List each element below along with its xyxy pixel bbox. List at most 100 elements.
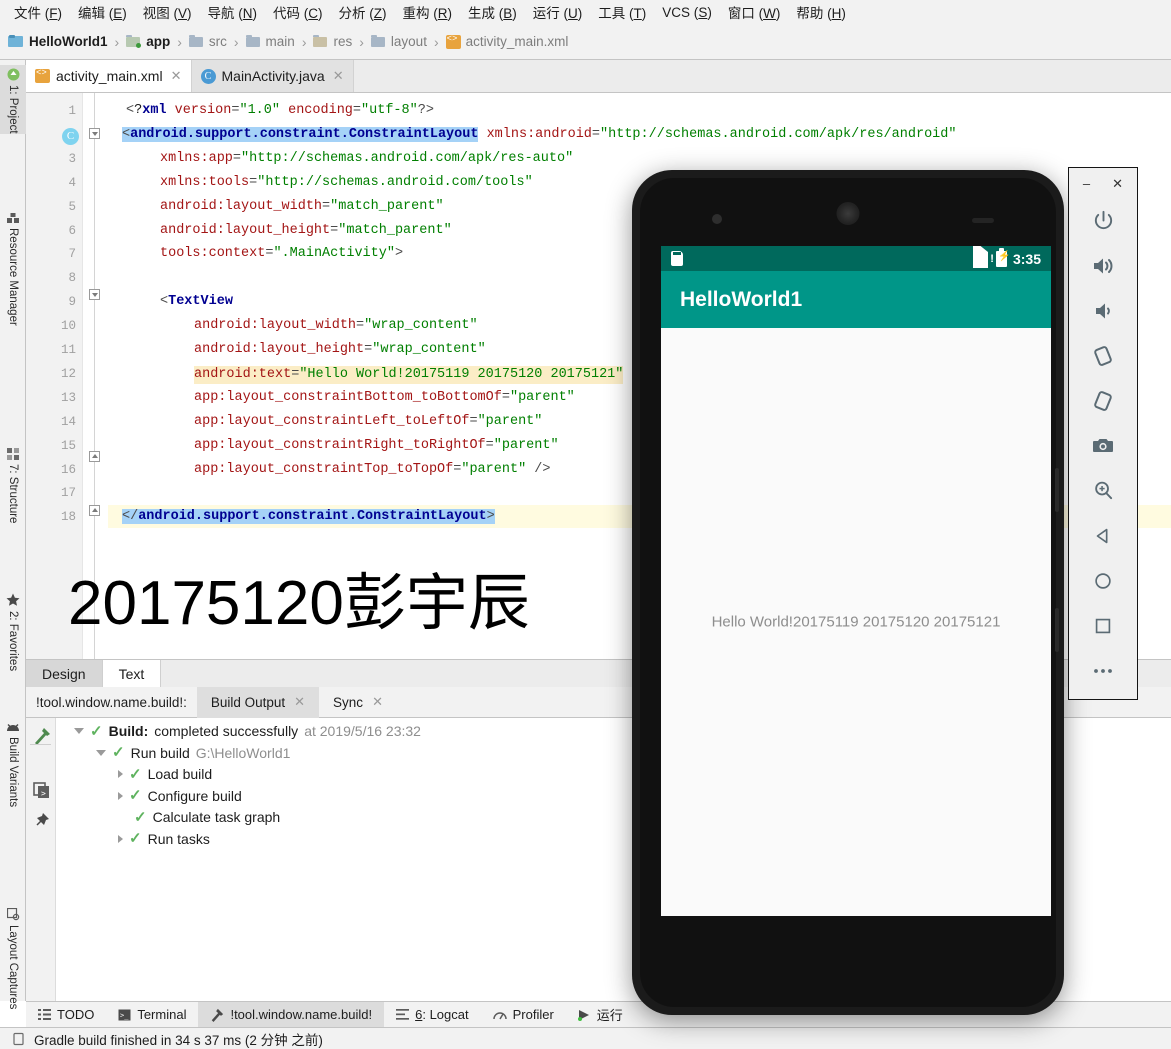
code-line-14[interactable]: app:layout_constraintLeft_toLeftOf="pare… <box>194 414 542 430</box>
code-line-7[interactable]: tools:context=".MainActivity"> <box>160 246 403 262</box>
breadcrumb-item-helloworld1[interactable]: HelloWorld1 <box>8 34 108 49</box>
xml-file-icon <box>35 68 50 83</box>
build-tree-row[interactable]: ✓ Build: completed successfully at 2019/5… <box>74 723 421 739</box>
overview-icon[interactable] <box>1082 603 1124 648</box>
breadcrumb-item-res[interactable]: res <box>313 34 352 49</box>
build-tree-row[interactable]: ✓ Calculate task graph <box>118 809 280 825</box>
back-icon[interactable] <box>1082 513 1124 558</box>
menu-item-3[interactable]: 导航 (N) <box>200 0 266 24</box>
breadcrumb-item-activity-main-xml[interactable]: activity_main.xml <box>445 34 568 49</box>
power-icon[interactable] <box>1082 198 1124 243</box>
code-line-4[interactable]: xmlns:tools="http://schemas.android.com/… <box>160 175 533 191</box>
code-line-15[interactable]: app:layout_constraintRight_toRightOf="pa… <box>194 438 559 454</box>
menu-item-4[interactable]: 代码 (C) <box>265 0 331 24</box>
menu-item-10[interactable]: VCS (S) <box>654 3 720 22</box>
code-line-16[interactable]: app:layout_constraintTop_toTopOf="parent… <box>194 462 550 478</box>
emulator-screen[interactable]: LTE ! 3:35 HelloWorld1 Hello World!20175… <box>661 246 1051 916</box>
left-tool-1-project[interactable]: 1: Project <box>0 65 26 134</box>
breadcrumb-item-layout[interactable]: layout <box>370 34 427 49</box>
fold-marker-textview-end[interactable] <box>89 451 100 462</box>
bottom-tab-terminal[interactable]: >_ Terminal <box>106 1002 198 1028</box>
tab-label: Text <box>118 665 145 682</box>
build-tree-row[interactable]: ✓ Load build <box>118 766 212 782</box>
code-line-12[interactable]: android:text="Hello World!20175119 20175… <box>194 365 624 384</box>
breadcrumb-item-main[interactable]: main <box>245 34 295 49</box>
tab-design[interactable]: Design <box>26 660 103 687</box>
screenshot-camera-icon[interactable] <box>1082 423 1124 468</box>
volume-down-hardware-key[interactable] <box>1055 608 1059 652</box>
close-tab-icon[interactable]: ✕ <box>333 68 344 84</box>
code-line-5[interactable]: android:layout_width="match_parent" <box>160 199 444 215</box>
home-icon[interactable] <box>1082 558 1124 603</box>
editor-tab-mainactivity-java[interactable]: C MainActivity.java ✕ <box>191 60 354 92</box>
code-line-1[interactable]: <?xml version="1.0" encoding="utf-8"?> <box>126 103 434 119</box>
menu-item-2[interactable]: 视图 (V) <box>135 0 200 24</box>
pin-icon[interactable] <box>33 812 50 829</box>
left-tool-build-variants[interactable]: Build Variants <box>0 720 26 807</box>
collapse-arrow-icon[interactable] <box>96 749 106 756</box>
tool-window-tab-sync[interactable]: Sync ✕ <box>319 687 397 718</box>
menu-item-0[interactable]: 文件 (F) <box>6 0 70 24</box>
bottom-tab-todo[interactable]: TODO <box>26 1002 106 1028</box>
code-line-13[interactable]: app:layout_constraintBottom_toBottomOf="… <box>194 390 575 406</box>
zoom-icon[interactable] <box>1082 468 1124 513</box>
close-tab-icon[interactable]: ✕ <box>171 68 182 84</box>
build-hammer-icon[interactable] <box>32 726 52 746</box>
emulator-side-toolbar[interactable]: – ✕ <box>1068 167 1138 700</box>
breadcrumb-item-app[interactable]: app <box>126 34 170 49</box>
volume-up-icon[interactable] <box>1082 243 1124 288</box>
bottom-tab-profiler[interactable]: Profiler <box>481 1002 566 1028</box>
menu-item-12[interactable]: 帮助 (H) <box>788 0 854 24</box>
build-tree-row[interactable]: ✓ Run build G:\HelloWorld1 <box>96 745 290 761</box>
status-bar-text: Gradle build finished in 34 s 37 ms (2 分… <box>34 1032 323 1048</box>
left-tool-2-favorites[interactable]: 2: Favorites <box>0 590 26 671</box>
menu-item-11[interactable]: 窗口 (W) <box>720 0 789 24</box>
menu-item-6[interactable]: 重构 (R) <box>395 0 461 24</box>
code-line-11[interactable]: android:layout_height="wrap_content" <box>194 342 486 358</box>
build-tree-row[interactable]: ✓ Run tasks <box>118 831 210 847</box>
left-tool-resource-manager[interactable]: Resource Manager <box>0 210 26 326</box>
fold-marker-root-end[interactable] <box>89 505 100 516</box>
left-tool-layout-captures[interactable]: Layout Captures <box>0 905 26 1009</box>
editor-tab-activity-main-xml[interactable]: activity_main.xml ✕ <box>26 60 192 92</box>
menu-item-8[interactable]: 运行 (U) <box>525 0 591 24</box>
menu-item-5[interactable]: 分析 (Z) <box>331 0 395 24</box>
android-emulator-device[interactable]: LTE ! 3:35 HelloWorld1 Hello World!20175… <box>632 170 1064 1015</box>
bottom-tab-6-logcat[interactable]: 6: Logcat <box>384 1002 481 1028</box>
event-log-icon[interactable] <box>12 1032 26 1046</box>
code-line-3[interactable]: xmlns:app="http://schemas.android.com/ap… <box>160 151 573 167</box>
volume-up-hardware-key[interactable] <box>1055 468 1059 512</box>
code-line-6[interactable]: android:layout_height="match_parent" <box>160 223 452 239</box>
close-button[interactable]: ✕ <box>1112 177 1123 190</box>
fold-marker-root[interactable] <box>89 128 100 139</box>
collapse-arrow-icon[interactable] <box>74 728 84 734</box>
code-line-10[interactable]: android:layout_width="wrap_content" <box>194 318 478 334</box>
rotate-right-icon[interactable] <box>1082 378 1124 423</box>
tab-text[interactable]: Text <box>102 660 162 687</box>
app-content-area[interactable]: Hello World!20175119 20175120 20175121 <box>661 328 1051 916</box>
expand-arrow-icon[interactable] <box>118 770 123 778</box>
class-gutter-icon[interactable]: C <box>62 127 79 145</box>
bottom-tab--tool-window-name-build-[interactable]: !tool.window.name.build! <box>198 1001 385 1028</box>
toggle-tasks-icon[interactable]: > <box>33 782 50 799</box>
left-tool-7-structure[interactable]: 7: Structure <box>0 445 26 523</box>
build-tree-row[interactable]: ✓ Configure build <box>118 788 242 804</box>
menu-item-7[interactable]: 生成 (B) <box>460 0 525 24</box>
close-tab-icon[interactable]: ✕ <box>372 694 383 710</box>
code-line-2[interactable]: <android.support.constraint.ConstraintLa… <box>122 126 956 143</box>
close-tab-icon[interactable]: ✕ <box>294 694 305 710</box>
menu-item-1[interactable]: 编辑 (E) <box>70 0 135 24</box>
bottom-tab--[interactable]: 运行 <box>566 1002 635 1028</box>
expand-arrow-icon[interactable] <box>118 834 123 843</box>
code-line-9[interactable]: <TextView <box>160 294 233 310</box>
tool-window-tab-build-output[interactable]: Build Output ✕ <box>196 686 320 718</box>
breadcrumb-item-src[interactable]: src <box>188 34 227 49</box>
expand-arrow-icon[interactable] <box>118 791 123 800</box>
minimize-button[interactable]: – <box>1083 177 1090 190</box>
more-icon[interactable] <box>1082 648 1124 693</box>
rotate-left-icon[interactable] <box>1082 333 1124 378</box>
fold-marker-textview[interactable] <box>89 289 100 300</box>
code-line-18[interactable]: </android.support.constraint.ConstraintL… <box>122 509 495 525</box>
volume-down-icon[interactable] <box>1082 288 1124 333</box>
menu-item-9[interactable]: 工具 (T) <box>590 0 654 24</box>
